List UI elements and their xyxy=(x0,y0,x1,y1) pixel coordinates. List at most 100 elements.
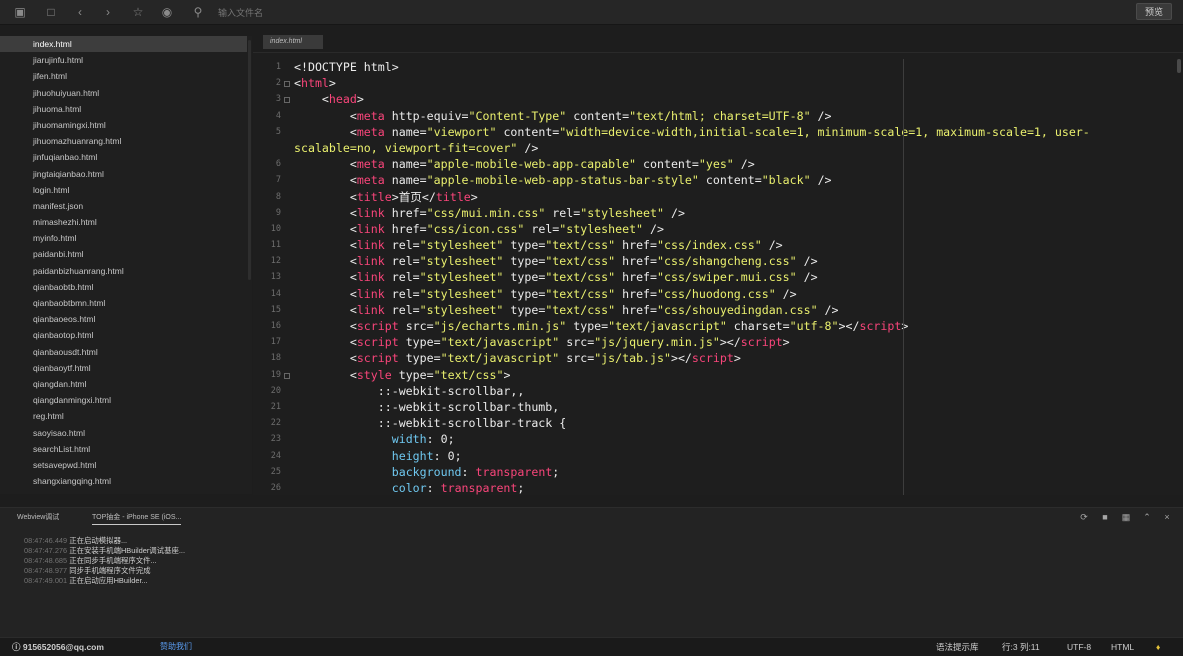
log-message: 正在启动模拟器... xyxy=(69,536,128,545)
code-line[interactable]: 21 ::-webkit-scrollbar-thumb, xyxy=(253,399,1173,415)
code-line[interactable]: 2 <html> xyxy=(253,75,1173,91)
code-line[interactable]: 17 <script type="text/javascript" src="j… xyxy=(253,334,1173,350)
file-item[interactable]: login.html xyxy=(0,182,252,198)
code-text: color: transparent; xyxy=(391,480,525,495)
sponsor-link[interactable]: 赞助我们 xyxy=(160,641,192,653)
new-file-icon[interactable]: ▣ xyxy=(12,4,28,20)
fold-toggle-icon[interactable] xyxy=(284,81,290,88)
code-line[interactable]: 18 <script type="text/javascript" src="j… xyxy=(253,350,1173,366)
tab-device-console[interactable]: TOP抽金 - iPhone SE (iOS... xyxy=(92,512,182,525)
close-icon[interactable]: × xyxy=(1160,510,1174,524)
bell-icon[interactable]: ♦ xyxy=(1156,641,1160,653)
code-text: <head> xyxy=(321,92,364,107)
code-text: <link rel="stylesheet" type="text/css" h… xyxy=(349,286,797,301)
sidebar-scrollbar[interactable] xyxy=(248,40,251,280)
code-line[interactable]: 12 <link rel="stylesheet" type="text/css… xyxy=(253,253,1173,269)
file-item[interactable]: jingtaiqianbao.html xyxy=(0,166,252,182)
line-number: 9 xyxy=(275,207,281,218)
file-item[interactable]: qiangdan.html xyxy=(0,376,252,392)
back-icon[interactable]: ‹ xyxy=(72,4,88,20)
code-line[interactable]: 19 <style type="text/css"> xyxy=(253,367,1173,383)
file-item[interactable]: qianbaoeos.html xyxy=(0,311,252,327)
file-item[interactable]: jifen.html xyxy=(0,68,252,84)
tab-index-html[interactable]: index.html xyxy=(263,35,323,49)
file-item[interactable]: jinfuqianbao.html xyxy=(0,149,252,165)
log-message: 正在安装手机端HBuilder调试基座... xyxy=(69,546,186,555)
file-item[interactable]: setsavepwd.html xyxy=(0,457,252,473)
code-line[interactable]: 15 <link rel="stylesheet" type="text/css… xyxy=(253,302,1173,318)
file-item[interactable]: qianbaobtbmn.html xyxy=(0,295,252,311)
save-icon[interactable]: □ xyxy=(43,4,59,20)
code-line[interactable]: 25 background: transparent; xyxy=(253,464,1173,480)
code-line[interactable]: 26 color: transparent; xyxy=(253,480,1173,495)
run-icon[interactable]: ◉ xyxy=(159,4,175,20)
file-item[interactable]: saoyisao.html xyxy=(0,425,252,441)
fold-toggle-icon[interactable] xyxy=(284,372,290,379)
code-line[interactable]: 14 <link rel="stylesheet" type="text/css… xyxy=(253,286,1173,302)
file-item[interactable]: qianbaotop.html xyxy=(0,327,252,343)
user-account[interactable]: ⓘ 915652056@qq.com xyxy=(12,641,104,653)
line-number: 22 xyxy=(270,418,281,429)
file-item[interactable]: mimashezhi.html xyxy=(0,214,252,230)
syntax-library-button[interactable]: 语法提示库 xyxy=(936,641,979,653)
code-line[interactable]: 13 <link rel="stylesheet" type="text/css… xyxy=(253,269,1173,285)
code-line[interactable]: 23 width: 0; xyxy=(253,431,1173,447)
file-item[interactable]: jihuomamingxi.html xyxy=(0,117,252,133)
line-number: 11 xyxy=(270,240,281,251)
file-item[interactable]: jihuoma.html xyxy=(0,101,252,117)
file-item[interactable]: jiarujinfu.html xyxy=(0,52,252,68)
tab-webview-debug[interactable]: Webview调试 xyxy=(17,512,59,524)
code-editor[interactable]: 1 <!DOCTYPE html> 2 <html> 3 <head> 4 <meta h… xyxy=(253,52,1183,495)
file-item[interactable]: paidanbizhuanrang.html xyxy=(0,263,252,279)
find-icon[interactable]: ⚲ xyxy=(190,4,206,20)
code-line[interactable]: 24 height: 0; xyxy=(253,448,1173,464)
fold-toggle-icon[interactable] xyxy=(284,97,290,104)
code-text: <html> xyxy=(294,76,336,91)
code-line[interactable]: 16 <script src="js/echarts.min.js" type=… xyxy=(253,318,1173,334)
stop-icon[interactable]: ■ xyxy=(1098,510,1112,524)
code-line[interactable]: 9 <link href="css/mui.min.css" rel="styl… xyxy=(253,205,1173,221)
log-timestamp: 08:47:49.001 xyxy=(24,576,68,585)
code-line[interactable]: 1 <!DOCTYPE html> xyxy=(253,59,1173,75)
line-number: 5 xyxy=(275,126,281,137)
code-line[interactable]: 6 <meta name="apple-mobile-web-app-capab… xyxy=(253,156,1173,172)
code-line[interactable]: 10 <link href="css/icon.css" rel="styles… xyxy=(253,221,1173,237)
file-item[interactable]: qiangdanmingxi.html xyxy=(0,392,252,408)
code-line[interactable]: 8 <title>首页</title> xyxy=(253,189,1173,205)
file-item[interactable]: jihuohuiyuan.html xyxy=(0,85,252,101)
file-item[interactable]: myinfo.html xyxy=(0,230,252,246)
window-icon[interactable]: ▦ xyxy=(1119,510,1133,524)
file-item[interactable]: qianbaousdt.html xyxy=(0,344,252,360)
code-line[interactable]: 11 <link rel="stylesheet" type="text/css… xyxy=(253,237,1173,253)
collapse-icon[interactable]: ⌃ xyxy=(1140,510,1154,524)
file-item[interactable]: index.html xyxy=(0,36,247,53)
line-number: 6 xyxy=(275,159,281,170)
file-item[interactable]: shangxiangqing.html xyxy=(0,473,252,489)
code-line[interactable]: 7 <meta name="apple-mobile-web-app-statu… xyxy=(253,172,1173,188)
restart-icon[interactable]: ⟳ xyxy=(1077,510,1091,524)
file-item[interactable]: searchList.html xyxy=(0,441,252,457)
star-icon[interactable]: ☆ xyxy=(130,4,146,20)
code-text: <link rel="stylesheet" type="text/css" h… xyxy=(349,238,783,253)
file-item[interactable]: qianbaoytf.html xyxy=(0,360,252,376)
file-search-input[interactable] xyxy=(216,4,380,22)
code-line[interactable]: 3 <head> xyxy=(253,91,1173,107)
code-line[interactable]: 4 <meta http-equiv="Content-Type" conten… xyxy=(253,108,1173,124)
code-line[interactable]: 5 <meta name="viewport" content="width=d… xyxy=(253,124,1173,156)
code-line[interactable]: 20 ::-webkit-scrollbar,, xyxy=(253,383,1173,399)
file-item[interactable]: manifest.json xyxy=(0,198,252,214)
file-item[interactable]: qianbaobtb.html xyxy=(0,279,252,295)
project-file-tree: index.html jiarujinfu.html jifen.html jihuo… xyxy=(0,36,252,494)
editor-scrollbar[interactable] xyxy=(1177,59,1181,73)
file-item[interactable]: paidanbi.html xyxy=(0,246,252,262)
console-log: 08:47:46.449 正在启动模拟器... 08:47:47.276 正在安装… xyxy=(24,536,185,586)
line-number: 26 xyxy=(270,482,281,493)
file-item[interactable]: reg.html xyxy=(0,408,252,424)
forward-icon[interactable]: › xyxy=(100,4,116,20)
log-line: 08:47:48.977 同步手机端程序文件完成 xyxy=(24,566,185,576)
language-selector[interactable]: HTML xyxy=(1111,641,1134,653)
encoding-selector[interactable]: UTF-8 xyxy=(1067,641,1091,653)
preview-button[interactable]: 预览 xyxy=(1136,3,1172,20)
file-item[interactable]: jihuomazhuanrang.html xyxy=(0,133,252,149)
code-line[interactable]: 22 ::-webkit-scrollbar-track { xyxy=(253,415,1173,431)
